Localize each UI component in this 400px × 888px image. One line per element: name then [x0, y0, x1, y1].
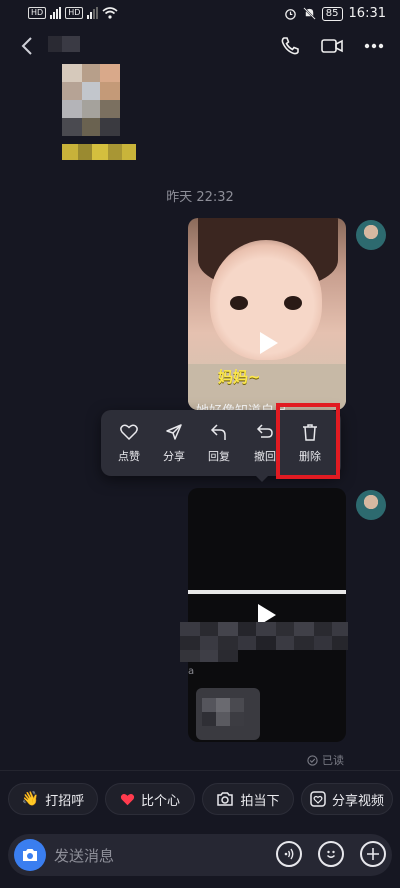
clock: 16:31	[348, 6, 386, 21]
quick-action-share-video[interactable]: 分享视频	[301, 783, 393, 815]
signal-icon-2	[87, 7, 99, 19]
video-caption-big: 妈妈~	[218, 368, 261, 386]
quick-action-label: 打招呼	[45, 793, 85, 809]
voice-button[interactable]	[276, 841, 302, 867]
video-message-2[interactable]: a	[188, 488, 346, 742]
header-actions	[278, 34, 386, 58]
back-button[interactable]	[14, 32, 40, 60]
play-icon[interactable]	[260, 332, 278, 354]
status-bar: HD HD 85 16:31	[0, 0, 400, 30]
more-button[interactable]	[362, 34, 386, 58]
message-timestamp: 昨天 22:32	[166, 190, 234, 205]
wifi-icon	[102, 7, 118, 19]
quick-action-label: 比个心	[140, 793, 180, 809]
quick-action-label: 分享视频	[331, 793, 384, 809]
send-icon	[164, 422, 184, 442]
message-input[interactable]: 发送消息	[54, 845, 114, 866]
delete-highlight-box	[276, 403, 340, 479]
phone-icon	[281, 37, 299, 55]
camera-button[interactable]	[14, 839, 46, 871]
menu-item-reply[interactable]: 回复	[197, 410, 241, 476]
check-circle-icon	[307, 754, 318, 766]
voice-wave-icon	[284, 848, 294, 860]
camera-icon	[23, 849, 37, 861]
signal-icon	[50, 7, 62, 19]
menu-item-label: 回复	[208, 450, 230, 463]
more-icon	[364, 43, 384, 49]
phone-call-button[interactable]	[278, 34, 302, 58]
video-call-button[interactable]	[320, 34, 344, 58]
heart-icon	[119, 422, 139, 442]
plus-icon	[367, 848, 379, 860]
menu-item-share[interactable]: 分享	[152, 410, 196, 476]
hd-badge-2: HD	[65, 7, 84, 19]
menu-item-label: 点赞	[118, 450, 140, 463]
menu-item-like[interactable]: 点赞	[107, 410, 151, 476]
hd-badge: HD	[28, 7, 47, 19]
message-input-bar: 发送消息	[8, 834, 392, 876]
video-camera-icon	[321, 39, 343, 53]
undo-icon	[255, 422, 275, 442]
blurred-overlay	[180, 620, 350, 664]
camera-icon	[217, 792, 234, 806]
emoji-icon	[327, 850, 335, 858]
alarm-icon	[285, 9, 296, 20]
menu-item-label: 分享	[163, 450, 185, 463]
menu-item-label: 撤回	[254, 450, 276, 463]
video-partial-text: a	[188, 666, 195, 677]
blurred-contact-image	[48, 36, 140, 168]
heart-filled-icon	[120, 793, 135, 805]
read-status-label: 已读	[322, 754, 344, 767]
avatar[interactable]	[356, 220, 386, 250]
video-message-1[interactable]: 妈妈~ 她好像知道自己...	[188, 218, 346, 410]
quick-action-label: 拍当下	[240, 793, 280, 809]
status-left: HD HD	[28, 7, 118, 19]
thumbnail-eye	[284, 296, 302, 310]
chevron-left-icon	[21, 37, 32, 55]
share-video-icon	[310, 791, 326, 807]
quick-action-greet[interactable]: 👋 打招呼	[8, 783, 98, 815]
add-button[interactable]	[360, 841, 386, 867]
quick-action-heart[interactable]: 比个心	[105, 783, 195, 815]
battery-icon: 85	[321, 6, 343, 21]
divider	[0, 770, 400, 771]
wave-hand-icon: 👋	[21, 791, 40, 807]
blurred-thumbnail	[196, 688, 260, 740]
avatar[interactable]	[356, 490, 386, 520]
read-receipt: 已读	[307, 752, 344, 768]
quick-action-capture[interactable]: 拍当下	[202, 783, 294, 815]
mute-icon	[303, 7, 316, 20]
reply-icon	[209, 422, 229, 442]
context-menu-pointer	[254, 474, 270, 482]
status-right: 85 16:31	[284, 6, 386, 21]
video-progress-line	[188, 590, 346, 594]
thumbnail-eye	[230, 296, 248, 310]
emoji-button[interactable]	[318, 841, 344, 867]
